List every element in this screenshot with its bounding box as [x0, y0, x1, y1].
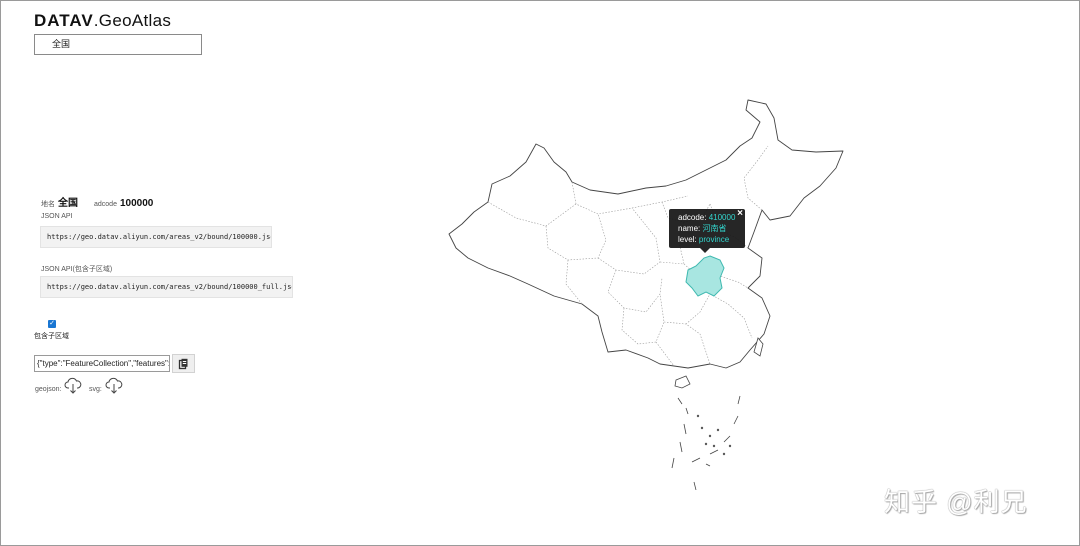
json-api-full-url[interactable]: https://geo.datav.aliyun.com/areas_v2/bo… — [40, 276, 293, 298]
copy-button[interactable] — [172, 354, 195, 373]
logo-bold: DATAV — [34, 11, 94, 30]
tooltip-arrow — [700, 248, 710, 253]
south-china-sea-islands — [671, 395, 741, 490]
zhihu-watermark: 知乎 @利兄 — [884, 487, 1028, 517]
include-children-label: 包含子区域 — [34, 333, 69, 340]
geojson-text-field[interactable]: {"type":"FeatureCollection","features": — [34, 355, 170, 372]
json-api-label: JSON API — [41, 213, 73, 220]
datav-logo: DATAV.GeoAtlas — [34, 11, 171, 31]
logo-light: .GeoAtlas — [93, 11, 172, 30]
json-api-full-label: JSON API(包含子区域) — [41, 266, 113, 273]
name-label: 地名 — [41, 201, 55, 208]
tooltip-adcode: adcode: 410000 — [678, 213, 736, 222]
tooltip-name: name: 河南省 — [678, 224, 727, 233]
china-outline — [448, 99, 844, 369]
check-icon: ✓ — [49, 320, 55, 327]
json-api-url[interactable]: https://geo.datav.aliyun.com/areas_v2/bo… — [40, 226, 272, 248]
close-icon[interactable]: × — [737, 208, 743, 219]
cloud-download-icon[interactable] — [64, 377, 82, 394]
adcode-value: 100000 — [119, 198, 154, 209]
svg-download-label: svg: — [89, 386, 102, 393]
cloud-download-icon[interactable] — [105, 377, 123, 394]
china-map[interactable] — [448, 98, 848, 490]
region-select[interactable]: 全国 — [34, 34, 202, 55]
include-children-checkbox[interactable]: ✓ — [48, 320, 56, 328]
tooltip-level: level: province — [678, 235, 730, 244]
geojson-download-label: geojson: — [35, 386, 62, 393]
name-value: 全国 — [58, 198, 78, 209]
hainan-island — [674, 375, 691, 389]
region-info: 地名 全国 adcode 100000 — [41, 194, 153, 209]
region-tooltip: × adcode: 410000 name: 河南省 level: provin… — [669, 208, 745, 248]
copy-icon — [178, 358, 188, 369]
adcode-label: adcode — [94, 201, 117, 208]
